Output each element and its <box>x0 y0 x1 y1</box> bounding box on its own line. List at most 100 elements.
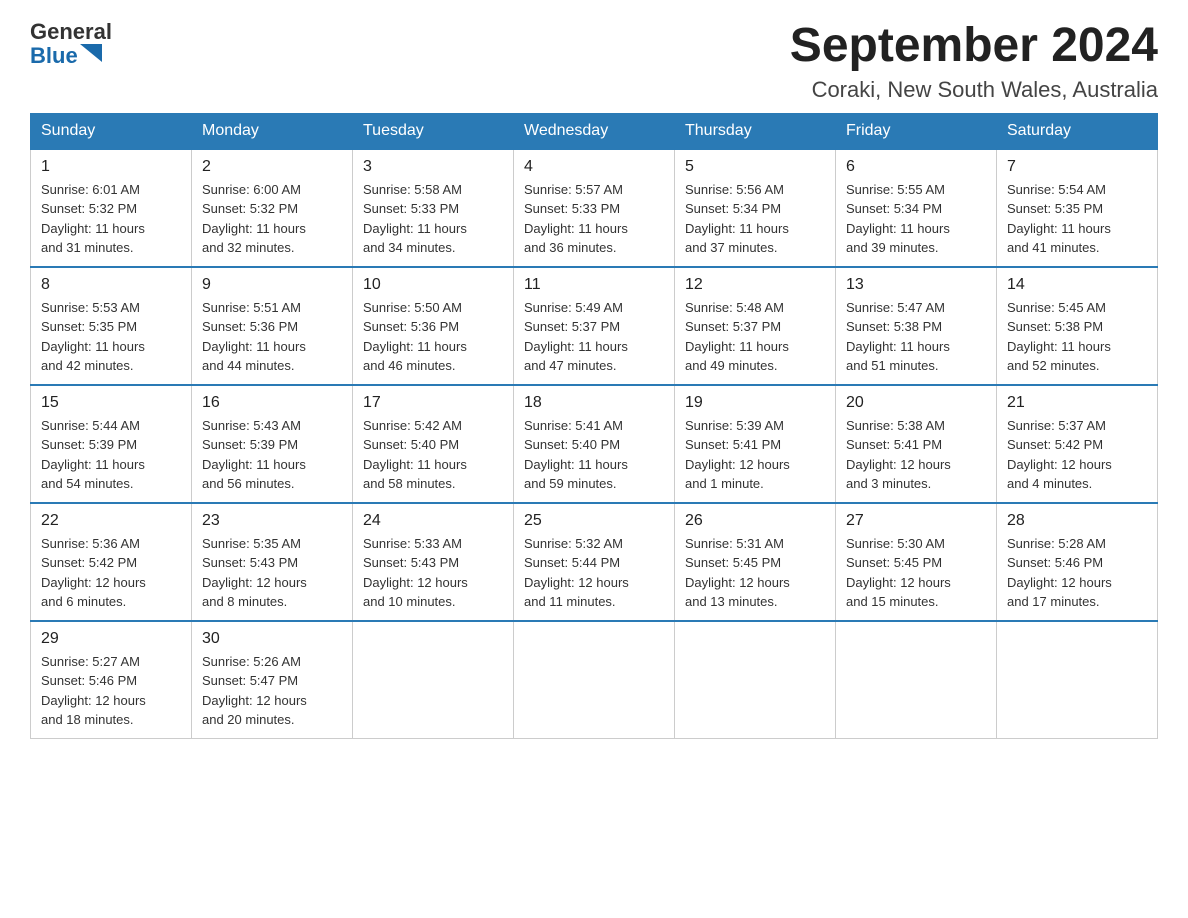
calendar-day-cell: 12 Sunrise: 5:48 AM Sunset: 5:37 PM Dayli… <box>675 267 836 385</box>
day-info: Sunrise: 5:38 AM Sunset: 5:41 PM Dayligh… <box>846 416 986 494</box>
calendar-day-cell: 19 Sunrise: 5:39 AM Sunset: 5:41 PM Dayli… <box>675 385 836 503</box>
day-number: 6 <box>846 158 986 176</box>
day-number: 27 <box>846 512 986 530</box>
day-number: 18 <box>524 394 664 412</box>
day-number: 23 <box>202 512 342 530</box>
day-number: 7 <box>1007 158 1147 176</box>
day-info: Sunrise: 5:45 AM Sunset: 5:38 PM Dayligh… <box>1007 298 1147 376</box>
calendar-day-cell: 23Sunrise: 5:35 AM Sunset: 5:43 PM Dayli… <box>192 503 353 621</box>
calendar-day-cell: 3 Sunrise: 5:58 AM Sunset: 5:33 PM Daylig… <box>353 149 514 267</box>
calendar-day-cell: 18Sunrise: 5:41 AM Sunset: 5:40 PM Dayli… <box>514 385 675 503</box>
calendar-day-cell <box>353 621 514 739</box>
day-of-week-header: Saturday <box>997 113 1158 149</box>
calendar-day-cell: 21Sunrise: 5:37 AM Sunset: 5:42 PM Dayli… <box>997 385 1158 503</box>
day-info: Sunrise: 5:39 AM Sunset: 5:41 PM Dayligh… <box>685 416 825 494</box>
day-number: 17 <box>363 394 503 412</box>
day-of-week-header: Wednesday <box>514 113 675 149</box>
day-number: 11 <box>524 276 664 294</box>
calendar-day-cell: 5Sunrise: 5:56 AM Sunset: 5:34 PM Daylig… <box>675 149 836 267</box>
calendar-day-cell: 30 Sunrise: 5:26 AM Sunset: 5:47 PM Dayli… <box>192 621 353 739</box>
day-number: 14 <box>1007 276 1147 294</box>
day-info: Sunrise: 5:55 AM Sunset: 5:34 PM Dayligh… <box>846 180 986 258</box>
calendar-day-cell: 24Sunrise: 5:33 AM Sunset: 5:43 PM Dayli… <box>353 503 514 621</box>
calendar-day-cell: 28Sunrise: 5:28 AM Sunset: 5:46 PM Dayli… <box>997 503 1158 621</box>
calendar-day-cell: 2 Sunrise: 6:00 AM Sunset: 5:32 PM Daylig… <box>192 149 353 267</box>
day-of-week-header: Thursday <box>675 113 836 149</box>
day-info: Sunrise: 5:32 AM Sunset: 5:44 PM Dayligh… <box>524 534 664 612</box>
day-of-week-header: Sunday <box>31 113 192 149</box>
calendar-day-cell: 8 Sunrise: 5:53 AM Sunset: 5:35 PM Daylig… <box>31 267 192 385</box>
day-number: 3 <box>363 158 503 176</box>
logo-blue-text: Blue <box>30 44 78 68</box>
day-number: 30 <box>202 630 342 648</box>
calendar-day-cell: 15 Sunrise: 5:44 AM Sunset: 5:39 PM Dayli… <box>31 385 192 503</box>
calendar-week-row: 29 Sunrise: 5:27 AM Sunset: 5:46 PM Dayli… <box>31 621 1158 739</box>
day-number: 22 <box>41 512 181 530</box>
calendar-day-cell: 6 Sunrise: 5:55 AM Sunset: 5:34 PM Daylig… <box>836 149 997 267</box>
day-info: Sunrise: 5:50 AM Sunset: 5:36 PM Dayligh… <box>363 298 503 376</box>
calendar-day-cell: 1Sunrise: 6:01 AM Sunset: 5:32 PM Daylig… <box>31 149 192 267</box>
calendar-week-row: 1Sunrise: 6:01 AM Sunset: 5:32 PM Daylig… <box>31 149 1158 267</box>
day-number: 5 <box>685 158 825 176</box>
title-block: September 2024 Coraki, New South Wales, … <box>790 20 1158 103</box>
day-number: 12 <box>685 276 825 294</box>
day-info: Sunrise: 6:00 AM Sunset: 5:32 PM Dayligh… <box>202 180 342 258</box>
calendar-day-cell: 7 Sunrise: 5:54 AM Sunset: 5:35 PM Daylig… <box>997 149 1158 267</box>
calendar-day-cell: 13Sunrise: 5:47 AM Sunset: 5:38 PM Dayli… <box>836 267 997 385</box>
calendar-week-row: 8 Sunrise: 5:53 AM Sunset: 5:35 PM Daylig… <box>31 267 1158 385</box>
calendar-day-cell: 25 Sunrise: 5:32 AM Sunset: 5:44 PM Dayli… <box>514 503 675 621</box>
calendar-day-cell: 17 Sunrise: 5:42 AM Sunset: 5:40 PM Dayli… <box>353 385 514 503</box>
day-of-week-header: Tuesday <box>353 113 514 149</box>
calendar-day-cell: 9Sunrise: 5:51 AM Sunset: 5:36 PM Daylig… <box>192 267 353 385</box>
calendar-subtitle: Coraki, New South Wales, Australia <box>790 77 1158 103</box>
day-info: Sunrise: 5:37 AM Sunset: 5:42 PM Dayligh… <box>1007 416 1147 494</box>
day-info: Sunrise: 5:54 AM Sunset: 5:35 PM Dayligh… <box>1007 180 1147 258</box>
calendar-day-cell: 27Sunrise: 5:30 AM Sunset: 5:45 PM Dayli… <box>836 503 997 621</box>
day-info: Sunrise: 5:44 AM Sunset: 5:39 PM Dayligh… <box>41 416 181 494</box>
calendar-day-cell: 22 Sunrise: 5:36 AM Sunset: 5:42 PM Dayli… <box>31 503 192 621</box>
day-info: Sunrise: 5:57 AM Sunset: 5:33 PM Dayligh… <box>524 180 664 258</box>
day-info: Sunrise: 5:31 AM Sunset: 5:45 PM Dayligh… <box>685 534 825 612</box>
day-number: 20 <box>846 394 986 412</box>
calendar-day-cell: 11 Sunrise: 5:49 AM Sunset: 5:37 PM Dayli… <box>514 267 675 385</box>
day-info: Sunrise: 5:48 AM Sunset: 5:37 PM Dayligh… <box>685 298 825 376</box>
day-number: 10 <box>363 276 503 294</box>
day-info: Sunrise: 5:36 AM Sunset: 5:42 PM Dayligh… <box>41 534 181 612</box>
logo-arrow-icon <box>80 44 102 62</box>
calendar-day-cell: 26 Sunrise: 5:31 AM Sunset: 5:45 PM Dayli… <box>675 503 836 621</box>
day-number: 25 <box>524 512 664 530</box>
day-number: 15 <box>41 394 181 412</box>
logo: General Blue <box>30 20 112 69</box>
calendar-day-cell: 4 Sunrise: 5:57 AM Sunset: 5:33 PM Daylig… <box>514 149 675 267</box>
day-info: Sunrise: 6:01 AM Sunset: 5:32 PM Dayligh… <box>41 180 181 258</box>
calendar-day-cell: 14 Sunrise: 5:45 AM Sunset: 5:38 PM Dayli… <box>997 267 1158 385</box>
day-number: 29 <box>41 630 181 648</box>
day-number: 8 <box>41 276 181 294</box>
day-number: 26 <box>685 512 825 530</box>
day-number: 19 <box>685 394 825 412</box>
day-info: Sunrise: 5:42 AM Sunset: 5:40 PM Dayligh… <box>363 416 503 494</box>
day-number: 24 <box>363 512 503 530</box>
page-header: General Blue September 2024 Coraki, New … <box>30 20 1158 103</box>
day-info: Sunrise: 5:43 AM Sunset: 5:39 PM Dayligh… <box>202 416 342 494</box>
day-info: Sunrise: 5:28 AM Sunset: 5:46 PM Dayligh… <box>1007 534 1147 612</box>
day-number: 4 <box>524 158 664 176</box>
calendar-day-cell: 29 Sunrise: 5:27 AM Sunset: 5:46 PM Dayli… <box>31 621 192 739</box>
day-number: 16 <box>202 394 342 412</box>
day-of-week-header: Monday <box>192 113 353 149</box>
day-info: Sunrise: 5:26 AM Sunset: 5:47 PM Dayligh… <box>202 652 342 730</box>
calendar-day-cell <box>997 621 1158 739</box>
calendar-title: September 2024 <box>790 20 1158 73</box>
day-of-week-header: Friday <box>836 113 997 149</box>
calendar-table: SundayMondayTuesdayWednesdayThursdayFrid… <box>30 113 1158 739</box>
calendar-day-cell <box>675 621 836 739</box>
day-info: Sunrise: 5:27 AM Sunset: 5:46 PM Dayligh… <box>41 652 181 730</box>
day-info: Sunrise: 5:58 AM Sunset: 5:33 PM Dayligh… <box>363 180 503 258</box>
day-info: Sunrise: 5:47 AM Sunset: 5:38 PM Dayligh… <box>846 298 986 376</box>
day-info: Sunrise: 5:49 AM Sunset: 5:37 PM Dayligh… <box>524 298 664 376</box>
day-info: Sunrise: 5:53 AM Sunset: 5:35 PM Dayligh… <box>41 298 181 376</box>
calendar-week-row: 22 Sunrise: 5:36 AM Sunset: 5:42 PM Dayli… <box>31 503 1158 621</box>
calendar-day-cell <box>514 621 675 739</box>
calendar-day-cell: 16 Sunrise: 5:43 AM Sunset: 5:39 PM Dayli… <box>192 385 353 503</box>
day-number: 2 <box>202 158 342 176</box>
